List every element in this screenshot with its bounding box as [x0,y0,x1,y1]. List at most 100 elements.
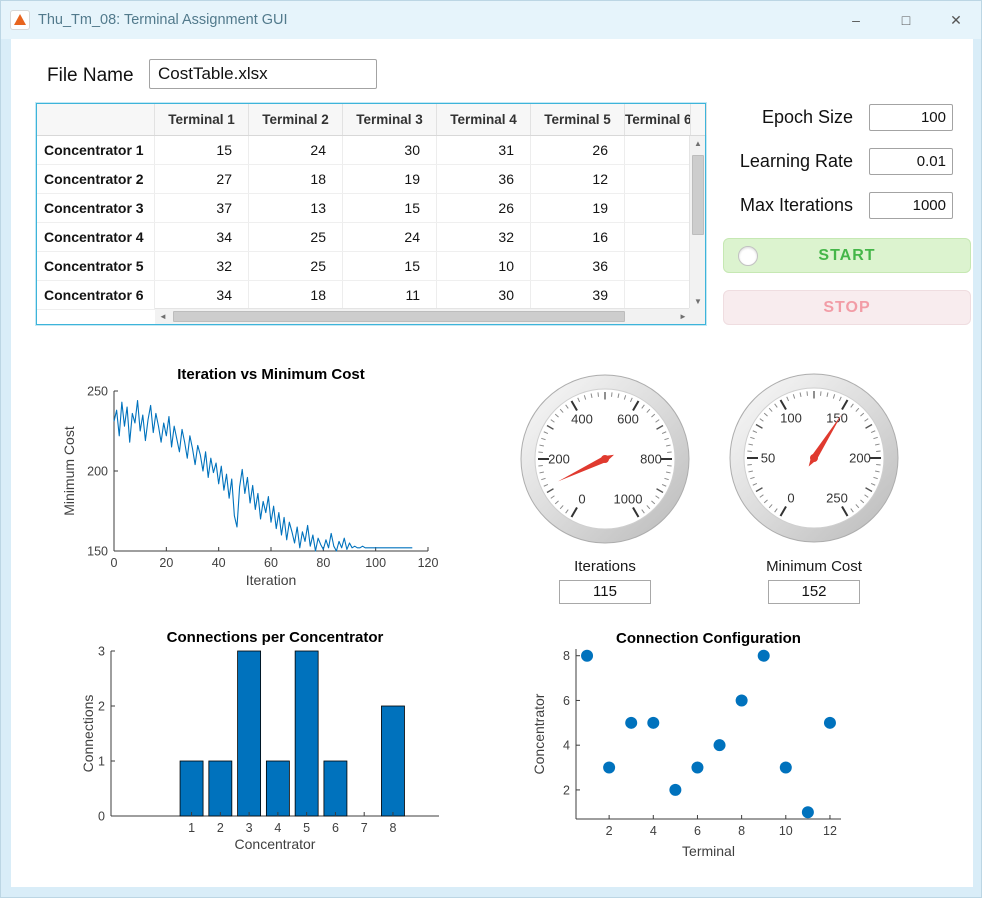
svg-text:3: 3 [98,645,105,659]
svg-text:Connection Configuration: Connection Configuration [616,630,801,647]
table-cell[interactable]: 24 [249,136,343,164]
svg-text:200: 200 [87,465,108,479]
svg-text:6: 6 [332,821,339,835]
table-cell[interactable]: 26 [437,194,531,222]
svg-text:3: 3 [246,821,253,835]
svg-text:600: 600 [617,412,639,427]
table-cell[interactable]: 26 [531,136,625,164]
svg-text:200: 200 [548,452,570,467]
table-cell[interactable]: 18 [249,165,343,193]
matlab-icon [10,10,30,30]
iteration-cost-line-chart: 0 20 40 60 80 100 120 150 200 250 Iteration vs Min… [61,366,438,588]
table-row: Concentrator 5 32 25 15 10 36 [37,252,705,281]
svg-text:7: 7 [361,821,368,835]
svg-text:6: 6 [563,694,570,708]
app-window: Thu_Tm_08: Terminal Assignment GUI – □ ✕… [0,0,982,898]
table-cell[interactable]: 32 [155,252,249,280]
svg-text:Minimum Cost: Minimum Cost [61,426,77,516]
row-header: Concentrator 4 [37,223,155,251]
iterations-value-field[interactable]: 115 [559,580,651,604]
table-cell[interactable]: 15 [155,136,249,164]
svg-text:Iteration: Iteration [246,572,297,588]
stop-button-label: STOP [823,298,871,316]
table-row: Concentrator 4 34 25 24 32 16 [37,223,705,252]
table-header-row: Terminal 1 Terminal 2 Terminal 3 Terminal 4… [37,104,707,136]
svg-text:800: 800 [640,452,662,467]
file-name-input[interactable] [149,59,377,89]
table-cell[interactable]: 39 [531,281,625,309]
table-cell[interactable]: 34 [155,223,249,251]
column-header: Terminal 2 [249,104,343,135]
table-cell[interactable] [625,252,691,280]
svg-text:0: 0 [98,810,105,824]
iterations-gauge: 0 200 400 600 800 1000 [520,374,690,544]
svg-text:100: 100 [365,556,386,570]
table-cell[interactable] [625,281,691,309]
table-cell[interactable]: 12 [531,165,625,193]
table-cell[interactable]: 27 [155,165,249,193]
svg-text:20: 20 [159,556,173,570]
table-cell[interactable]: 32 [437,223,531,251]
table-cell[interactable]: 24 [343,223,437,251]
svg-text:Iteration vs Minimum Cost: Iteration vs Minimum Cost [177,366,365,383]
table-cell[interactable]: 15 [343,252,437,280]
table-cell[interactable] [625,223,691,251]
max-iterations-input[interactable] [869,192,953,219]
minimize-button-icon[interactable]: – [831,1,881,39]
minimum-cost-gauge: 0 50 100 150 200 250 [729,373,899,543]
svg-text:50: 50 [761,451,775,466]
table-cell[interactable]: 11 [343,281,437,309]
table-cell[interactable]: 13 [249,194,343,222]
titlebar: Thu_Tm_08: Terminal Assignment GUI – □ ✕ [1,1,981,39]
svg-text:400: 400 [571,412,593,427]
svg-text:Terminal: Terminal [682,843,735,859]
stop-button[interactable]: STOP [723,290,971,325]
column-header: Terminal 5 [531,104,625,135]
svg-text:6: 6 [694,824,701,838]
horizontal-scroll-thumb[interactable] [173,311,625,322]
window-controls: – □ ✕ [831,1,981,39]
table-cell[interactable]: 16 [531,223,625,251]
table-cell[interactable]: 36 [531,252,625,280]
table-cell[interactable]: 19 [531,194,625,222]
table-row: Concentrator 1 15 24 30 31 26 [37,136,705,165]
table-cell[interactable]: 25 [249,252,343,280]
start-button[interactable]: START [723,238,971,273]
table-horizontal-scrollbar[interactable]: ◄ ► [155,308,691,324]
epoch-size-input[interactable] [869,104,953,131]
minimum-cost-value-field[interactable]: 152 [768,580,860,604]
svg-text:2: 2 [606,824,613,838]
scrollbar-corner [689,308,705,324]
table-cell[interactable]: 31 [437,136,531,164]
learning-rate-input[interactable] [869,148,953,175]
svg-text:250: 250 [87,385,108,399]
table-row: Concentrator 2 27 18 19 36 12 [37,165,705,194]
table-cell[interactable]: 18 [249,281,343,309]
table-cell[interactable]: 37 [155,194,249,222]
start-button-label: START [818,246,876,264]
close-button-icon[interactable]: ✕ [931,1,981,39]
svg-text:Concentrator: Concentrator [235,836,316,852]
row-header: Concentrator 6 [37,281,155,309]
scroll-left-icon[interactable]: ◄ [155,309,171,325]
column-header: Terminal 1 [155,104,249,135]
table-cell[interactable]: 25 [249,223,343,251]
table-cell[interactable]: 36 [437,165,531,193]
table-cell[interactable]: 30 [343,136,437,164]
svg-text:2: 2 [217,821,224,835]
svg-text:100: 100 [780,411,802,426]
table-cell[interactable]: 15 [343,194,437,222]
lamp-indicator-icon [738,246,758,266]
table-cell[interactable]: 19 [343,165,437,193]
table-cell[interactable]: 30 [437,281,531,309]
maximize-button-icon[interactable]: □ [881,1,931,39]
svg-text:4: 4 [650,824,657,838]
svg-text:40: 40 [212,556,226,570]
table-cell[interactable]: 10 [437,252,531,280]
connection-configuration-scatter: 2 4 6 8 10 12 2 4 6 8 Connection Configuration Term… [531,630,841,859]
epoch-size-label: Epoch Size [761,107,853,127]
svg-text:8: 8 [738,824,745,838]
svg-text:250: 250 [826,490,848,505]
file-name-label: File Name [47,65,134,86]
table-cell[interactable]: 34 [155,281,249,309]
